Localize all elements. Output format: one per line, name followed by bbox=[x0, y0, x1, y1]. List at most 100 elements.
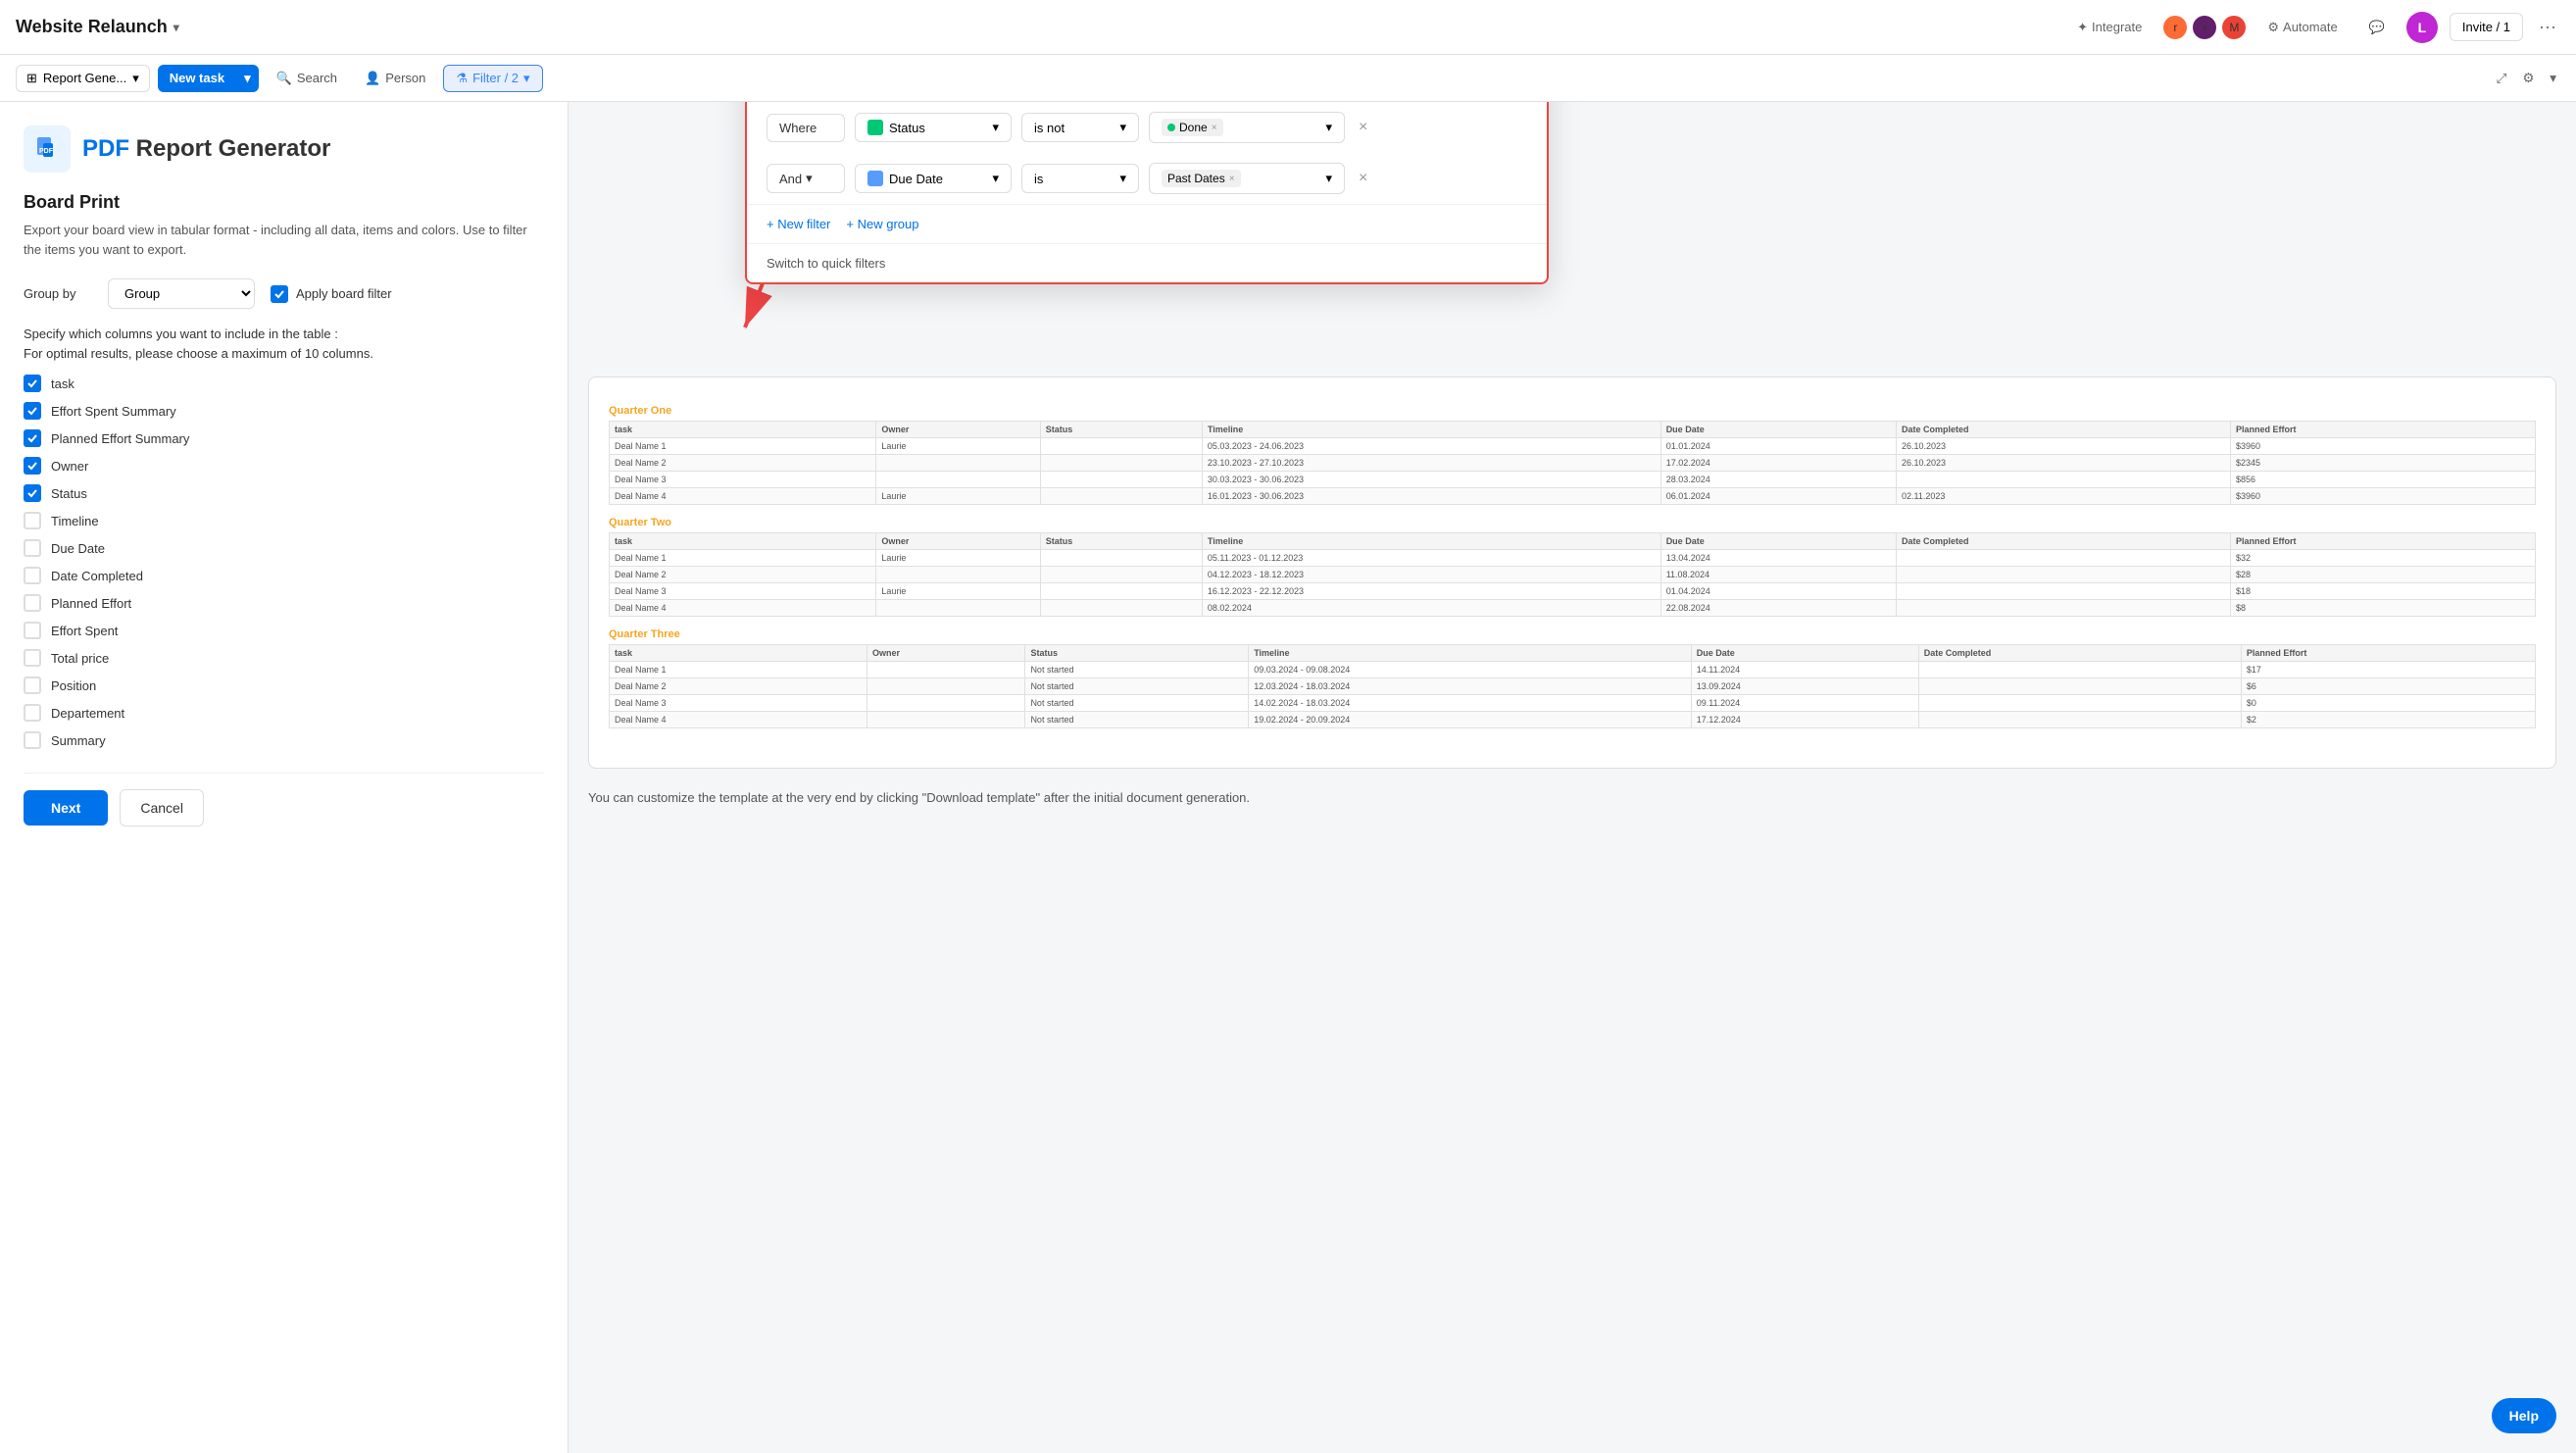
topbar-left: Website Relaunch ▾ bbox=[16, 17, 179, 37]
column-checkbox-effort_spent[interactable] bbox=[24, 622, 41, 639]
column-checkbox-timeline[interactable] bbox=[24, 512, 41, 529]
filter-connector-where[interactable]: Where bbox=[767, 114, 845, 142]
column-checkbox-status[interactable] bbox=[24, 484, 41, 502]
filter-chevron-icon: ▾ bbox=[523, 71, 530, 86]
next-button[interactable]: Next bbox=[24, 790, 108, 826]
table-row: Deal Name 330.03.2023 - 30.06.202328.03.… bbox=[610, 472, 2536, 488]
column-item-date_completed: Date Completed bbox=[24, 567, 544, 584]
column-item-planned_effort_summary: Planned Effort Summary bbox=[24, 429, 544, 447]
done-remove-icon[interactable]: × bbox=[1212, 123, 1217, 133]
search-button[interactable]: 🔍 Search bbox=[267, 66, 347, 91]
column-item-timeline: Timeline bbox=[24, 512, 544, 529]
preview-table-quarter-one: taskOwnerStatusTimelineDue DateDate Comp… bbox=[609, 421, 2536, 505]
value2-chevron-icon: ▾ bbox=[1325, 171, 1332, 186]
filter-row-2: And ▾ Due Date ▾ is ▾ Past Dates × bbox=[747, 153, 1547, 204]
op2-chevron-icon: ▾ bbox=[1119, 171, 1126, 186]
left-panel: PDF PDF Report Generator Board Print Exp… bbox=[0, 102, 569, 1453]
columns-list: taskEffort Spent SummaryPlanned Effort S… bbox=[24, 375, 544, 749]
automate-button[interactable]: ⚙ Automate bbox=[2257, 14, 2347, 41]
filter-remove-2[interactable]: × bbox=[1355, 166, 1371, 191]
main-content: PDF PDF Report Generator Board Print Exp… bbox=[0, 102, 2576, 1453]
pastdates-remove-icon[interactable]: × bbox=[1229, 174, 1235, 184]
more-options-button[interactable]: ··· bbox=[2535, 13, 2560, 41]
help-button[interactable]: Help bbox=[2492, 1398, 2556, 1433]
preview-content: Quarter One taskOwnerStatusTimelineDue Da… bbox=[609, 405, 2536, 728]
column-checkbox-total_price[interactable] bbox=[24, 649, 41, 667]
bottom-text: You can customize the template at the ve… bbox=[588, 788, 2556, 809]
table-row: Deal Name 3Not started14.02.2024 - 18.03… bbox=[610, 695, 2536, 712]
column-checkbox-date_completed[interactable] bbox=[24, 567, 41, 584]
column-checkbox-planned_effort[interactable] bbox=[24, 594, 41, 612]
right-panel: Advanced filters Showing 3 of 12 tasks i… bbox=[569, 102, 2576, 1453]
pastdates-chip: Past Dates × bbox=[1162, 170, 1241, 187]
collapse-button[interactable]: ▾ bbox=[2546, 67, 2560, 90]
column-checkbox-planned_effort_summary[interactable] bbox=[24, 429, 41, 447]
column-item-due_date: Due Date bbox=[24, 539, 544, 557]
pdf-logo: PDF bbox=[24, 125, 71, 173]
topbar-right: ✦ Integrate r + M ⚙ Automate 💬 L Invite … bbox=[2067, 12, 2560, 43]
preview-group-quarter-two: Quarter Two bbox=[609, 517, 2536, 528]
apply-filter-checkbox[interactable] bbox=[271, 285, 288, 303]
column-checkbox-due_date[interactable] bbox=[24, 539, 41, 557]
cancel-button[interactable]: Cancel bbox=[120, 789, 204, 827]
op-chevron-icon: ▾ bbox=[1119, 120, 1126, 135]
filter-remove-1[interactable]: × bbox=[1355, 115, 1371, 140]
column-label-status: Status bbox=[51, 486, 87, 501]
column-item-owner: Owner bbox=[24, 457, 544, 475]
chat-button[interactable]: 💬 bbox=[2359, 14, 2395, 41]
column-label-position: Position bbox=[51, 678, 96, 693]
filter-operator-1[interactable]: is not ▾ bbox=[1021, 113, 1139, 142]
column-item-departement: Departement bbox=[24, 704, 544, 722]
preview-group-quarter-one: Quarter One bbox=[609, 405, 2536, 417]
table-row: Deal Name 204.12.2023 - 18.12.202311.08.… bbox=[610, 567, 2536, 583]
person-icon: 👤 bbox=[365, 71, 380, 86]
column-label-timeline: Timeline bbox=[51, 514, 99, 528]
column-item-summary: Summary bbox=[24, 731, 544, 749]
search-icon: 🔍 bbox=[276, 71, 292, 86]
table-row: Deal Name 223.10.2023 - 27.10.202317.02.… bbox=[610, 455, 2536, 472]
invite-button[interactable]: Invite / 1 bbox=[2450, 13, 2523, 41]
column-label-planned_effort_summary: Planned Effort Summary bbox=[51, 431, 189, 446]
column-checkbox-owner[interactable] bbox=[24, 457, 41, 475]
group-by-select[interactable]: Group bbox=[108, 278, 255, 309]
column-checkbox-summary[interactable] bbox=[24, 731, 41, 749]
table-row: Deal Name 2Not started12.03.2024 - 18.03… bbox=[610, 678, 2536, 695]
settings-button[interactable]: ⚙ bbox=[2518, 67, 2538, 90]
column-label-effort_spent: Effort Spent bbox=[51, 624, 118, 638]
expand-button[interactable]: ⤢ bbox=[2493, 67, 2511, 90]
column-checkbox-departement[interactable] bbox=[24, 704, 41, 722]
new-task-button[interactable]: New task ▾ bbox=[158, 65, 259, 92]
column-checkbox-position[interactable] bbox=[24, 676, 41, 694]
chat-icon: 💬 bbox=[2369, 20, 2385, 35]
column-label-departement: Departement bbox=[51, 706, 124, 721]
switch-quick-button[interactable]: Switch to quick filters bbox=[747, 243, 1547, 282]
integrate-button[interactable]: ✦ Integrate bbox=[2067, 14, 2152, 41]
integration-icons: r + M bbox=[2163, 16, 2246, 39]
new-group-button[interactable]: + New group bbox=[846, 217, 918, 231]
filter-value-1[interactable]: Done × ▾ bbox=[1149, 112, 1345, 143]
preview-group-quarter-three: Quarter Three bbox=[609, 628, 2536, 640]
column-checkbox-task[interactable] bbox=[24, 375, 41, 392]
new-filter-button[interactable]: + New filter bbox=[767, 217, 830, 231]
red-arrow bbox=[569, 102, 2576, 1453]
column-label-total_price: Total price bbox=[51, 651, 109, 666]
done-chip: Done × bbox=[1162, 119, 1223, 136]
pdf-header: PDF PDF Report Generator bbox=[24, 125, 544, 173]
filter-connector-and[interactable]: And ▾ bbox=[767, 164, 845, 193]
filter-field-status[interactable]: Status ▾ bbox=[855, 113, 1012, 142]
person-button[interactable]: 👤 Person bbox=[355, 66, 435, 91]
duedate-chevron-icon: ▾ bbox=[992, 171, 999, 186]
pdf-app-title: PDF Report Generator bbox=[82, 135, 330, 163]
filter-operator-2[interactable]: is ▾ bbox=[1021, 164, 1139, 193]
view-select-button[interactable]: ⊞ Report Gene... ▾ bbox=[16, 65, 150, 92]
filter-button[interactable]: ⚗ Filter / 2 ▾ bbox=[443, 65, 542, 92]
title-chevron-icon[interactable]: ▾ bbox=[173, 21, 179, 34]
column-checkbox-effort_spent_summary[interactable] bbox=[24, 402, 41, 420]
filter-value-2[interactable]: Past Dates × ▾ bbox=[1149, 163, 1345, 194]
avatar[interactable]: L bbox=[2406, 12, 2438, 43]
apply-filter-row: Apply board filter bbox=[271, 285, 392, 303]
status-field-icon bbox=[867, 120, 883, 135]
svg-text:PDF: PDF bbox=[39, 148, 54, 155]
topbar: Website Relaunch ▾ ✦ Integrate r + M ⚙ A… bbox=[0, 0, 2576, 55]
filter-field-duedate[interactable]: Due Date ▾ bbox=[855, 164, 1012, 193]
